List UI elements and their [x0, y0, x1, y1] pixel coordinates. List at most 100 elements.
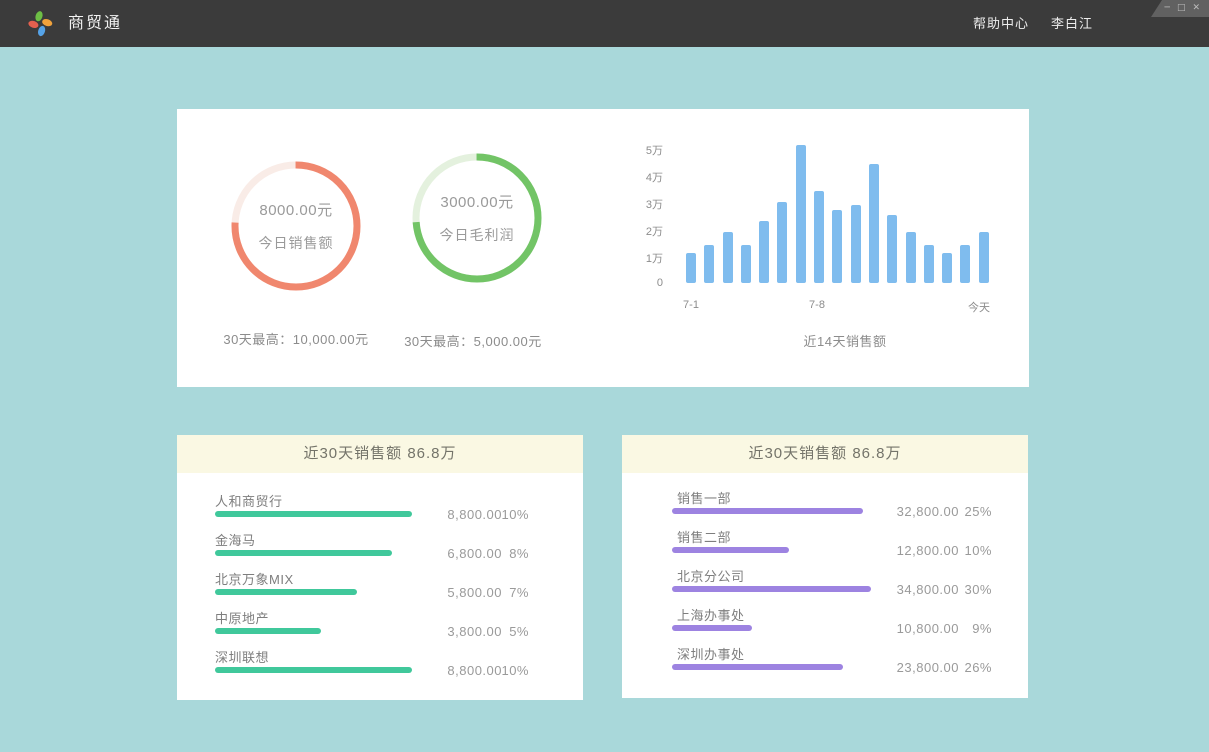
- today-sales-donut: 8000.00元 今日销售额: [231, 161, 361, 291]
- row-label: 上海办事处: [677, 605, 745, 624]
- bar-chart-title: 近14天销售额: [745, 331, 945, 350]
- user-menu[interactable]: 李白江: [1051, 0, 1093, 47]
- row-label: 北京万象MIX: [215, 569, 294, 588]
- row-label: 中原地产: [215, 608, 269, 627]
- row-percent: 10%: [964, 543, 992, 558]
- sales-bar[interactable]: [960, 245, 970, 283]
- list-item: 深圳联想 8,800.0010%: [177, 647, 583, 686]
- row-value: 6,800.00: [447, 546, 502, 561]
- department-card-title: 近30天销售额 86.8万: [622, 435, 1028, 473]
- row-value: 12,800.00: [897, 543, 959, 558]
- row-bar: [215, 550, 392, 556]
- maximize-icon[interactable]: □: [1177, 4, 1186, 13]
- row-percent: 8%: [509, 546, 529, 561]
- department-sales-card: 近30天销售额 86.8万 销售一部 32,800.00 25% 销售二部 12,800…: [622, 435, 1028, 698]
- y-tick: 5万: [613, 142, 663, 158]
- list-item: 销售一部 32,800.00 25%: [622, 488, 1028, 527]
- sales-bar[interactable]: [759, 221, 769, 283]
- row-bar: [215, 628, 321, 634]
- list-item: 销售二部 12,800.00 10%: [622, 527, 1028, 566]
- sales-bar[interactable]: [924, 245, 934, 283]
- list-item: 深圳办事处 23,800.00 26%: [622, 644, 1028, 683]
- row-value: 3,800.00: [447, 624, 502, 639]
- row-value: 10,800.00: [897, 621, 959, 636]
- row-label: 销售一部: [677, 488, 731, 507]
- row-value: 5,800.00: [447, 585, 502, 600]
- row-percent: 26%: [964, 660, 992, 675]
- x-tick-mid: 7-8: [787, 299, 847, 311]
- sales-bar[interactable]: [723, 232, 733, 283]
- x-tick-today: 今天: [949, 299, 1009, 315]
- row-percent: 9%: [972, 621, 992, 636]
- list-item: 北京分公司 34,800.00 30%: [622, 566, 1028, 605]
- row-bar: [672, 547, 789, 553]
- x-tick-first: 7-1: [661, 299, 721, 311]
- window-controls: ─ □ ✕: [1151, 0, 1209, 17]
- y-tick: 0: [613, 277, 663, 289]
- department-rows: 销售一部 32,800.00 25% 销售二部 12,800.00 10% 北京分公司 34,…: [622, 473, 1028, 683]
- row-percent: 10%: [501, 507, 529, 522]
- sales-bar[interactable]: [796, 145, 806, 283]
- y-tick: 4万: [613, 169, 663, 185]
- row-percent: 7%: [509, 585, 529, 600]
- bar-chart-bars: [686, 109, 989, 283]
- help-center-link[interactable]: 帮助中心: [973, 0, 1029, 47]
- sales-bar[interactable]: [942, 253, 952, 283]
- row-label: 北京分公司: [677, 566, 745, 585]
- app-title: 商贸通: [68, 0, 122, 47]
- y-tick: 1万: [613, 250, 663, 266]
- list-item: 人和商贸行 8,800.0010%: [177, 491, 583, 530]
- row-label: 人和商贸行: [215, 491, 283, 510]
- today-sales-value: 8000.00元: [259, 199, 332, 220]
- sales-bar[interactable]: [741, 245, 751, 283]
- row-percent: 5%: [509, 624, 529, 639]
- row-bar: [672, 586, 871, 592]
- y-tick: 3万: [613, 196, 663, 212]
- today-profit-value: 3000.00元: [440, 191, 513, 212]
- row-bar: [215, 589, 357, 595]
- row-label: 销售二部: [677, 527, 731, 546]
- row-bar: [672, 625, 752, 631]
- today-profit-label: 今日毛利润: [440, 225, 515, 245]
- row-value: 8,800.00: [447, 507, 502, 522]
- today-profit-donut: 3000.00元 今日毛利润: [412, 153, 542, 283]
- row-value: 8,800.00: [447, 663, 502, 678]
- list-item: 北京万象MIX 5,800.00 7%: [177, 569, 583, 608]
- y-tick: 2万: [613, 223, 663, 239]
- title-bar: 商贸通 帮助中心 李白江 ─ □ ✕: [0, 0, 1209, 47]
- sales-bar[interactable]: [906, 232, 916, 283]
- sales-bar[interactable]: [777, 202, 787, 283]
- row-label: 深圳办事处: [677, 644, 745, 663]
- sales-bar[interactable]: [979, 232, 989, 283]
- list-item: 中原地产 3,800.00 5%: [177, 608, 583, 647]
- app-logo-icon: [27, 10, 54, 37]
- sales-bar[interactable]: [686, 253, 696, 283]
- row-percent: 10%: [501, 663, 529, 678]
- row-percent: 25%: [964, 504, 992, 519]
- row-value: 34,800.00: [897, 582, 959, 597]
- minimize-icon[interactable]: ─: [1165, 4, 1170, 13]
- sales-bar[interactable]: [869, 164, 879, 283]
- list-item: 金海马 6,800.00 8%: [177, 530, 583, 569]
- row-value: 23,800.00: [897, 660, 959, 675]
- row-bar: [672, 664, 843, 670]
- row-label: 深圳联想: [215, 647, 269, 666]
- customer-card-title: 近30天销售额 86.8万: [177, 435, 583, 473]
- profit-30d-max: 30天最高：5,000.00元: [363, 331, 583, 350]
- row-label: 金海马: [215, 530, 256, 549]
- row-percent: 30%: [964, 582, 992, 597]
- list-item: 上海办事处 10,800.00 9%: [622, 605, 1028, 644]
- sales-bar[interactable]: [832, 210, 842, 283]
- row-bar: [672, 508, 863, 514]
- row-bar: [215, 667, 412, 673]
- row-bar: [215, 511, 412, 517]
- sales-bar[interactable]: [704, 245, 714, 283]
- summary-card: 8000.00元 今日销售额 30天最高：10,000.00元 3000.00元…: [177, 109, 1029, 387]
- sales-bar[interactable]: [814, 191, 824, 283]
- close-icon[interactable]: ✕: [1192, 4, 1200, 13]
- today-sales-label: 今日销售额: [259, 233, 334, 253]
- sales-bar[interactable]: [887, 215, 897, 283]
- sales-bar[interactable]: [851, 205, 861, 283]
- customer-sales-card: 近30天销售额 86.8万 人和商贸行8,800.0010%金海马6,800.0…: [177, 435, 583, 700]
- row-value: 32,800.00: [897, 504, 959, 519]
